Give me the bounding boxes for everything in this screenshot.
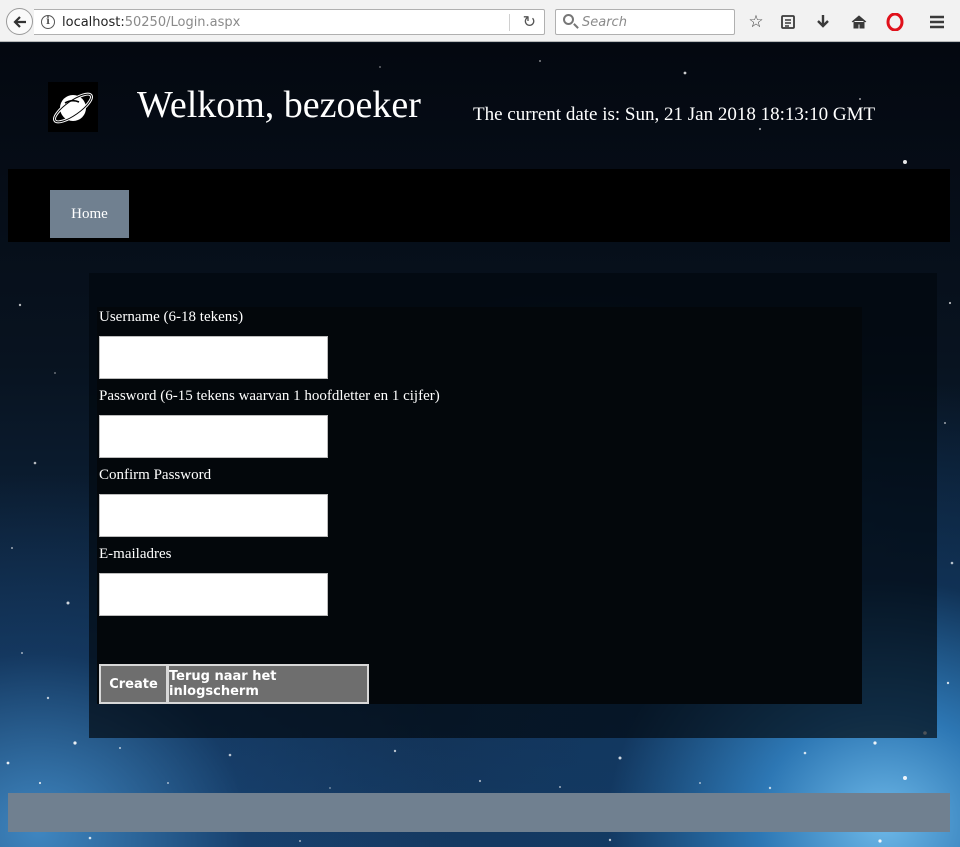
reload-icon[interactable]: ↻ — [523, 12, 536, 31]
search-icon — [563, 14, 574, 25]
email-label: E-mailadres — [99, 546, 172, 562]
url-port: 50250 — [124, 15, 167, 30]
password-input[interactable] — [99, 415, 328, 458]
reading-list-icon[interactable] — [777, 11, 799, 33]
confirm-password-label: Confirm Password — [99, 467, 212, 483]
page-title: Welkom, bezoeker — [137, 84, 421, 126]
username-input[interactable] — [99, 336, 328, 379]
footer-bar — [8, 793, 950, 832]
url-text[interactable]: localhost:50250/Login.aspx — [62, 15, 240, 30]
opera-icon[interactable] — [884, 11, 906, 33]
create-button[interactable]: Create — [99, 664, 168, 704]
current-date-text: The current date is: Sun, 21 Jan 2018 18… — [473, 104, 876, 125]
url-path: /Login.aspx — [166, 15, 241, 30]
password-label: Password (6-15 tekens waarvan 1 hoofdlet… — [99, 388, 440, 404]
nav-home-link[interactable]: Home — [50, 190, 129, 238]
username-label: Username (6-18 tekens) — [99, 309, 244, 325]
info-icon[interactable]: i — [41, 15, 55, 29]
search-input[interactable]: Search — [555, 9, 735, 35]
browser-toolbar: i localhost:50250/Login.aspx ↻ Search ☆ — [0, 0, 960, 42]
back-to-login-button[interactable]: Terug naar het inlogscherm — [167, 664, 369, 704]
url-host: localhost: — [62, 15, 125, 30]
download-icon[interactable] — [812, 11, 834, 33]
saturn-logo-icon — [48, 82, 98, 132]
email-input[interactable] — [99, 573, 328, 616]
bookmark-star-icon[interactable]: ☆ — [745, 11, 767, 33]
address-bar[interactable]: i localhost:50250/Login.aspx ↻ — [34, 9, 545, 35]
back-arrow-icon[interactable] — [6, 8, 33, 35]
menu-icon[interactable] — [926, 11, 948, 33]
confirm-password-input[interactable] — [99, 494, 328, 537]
home-icon[interactable] — [848, 11, 870, 33]
search-placeholder: Search — [582, 15, 627, 30]
nav-bar: Home — [8, 169, 950, 242]
divider — [509, 14, 510, 31]
